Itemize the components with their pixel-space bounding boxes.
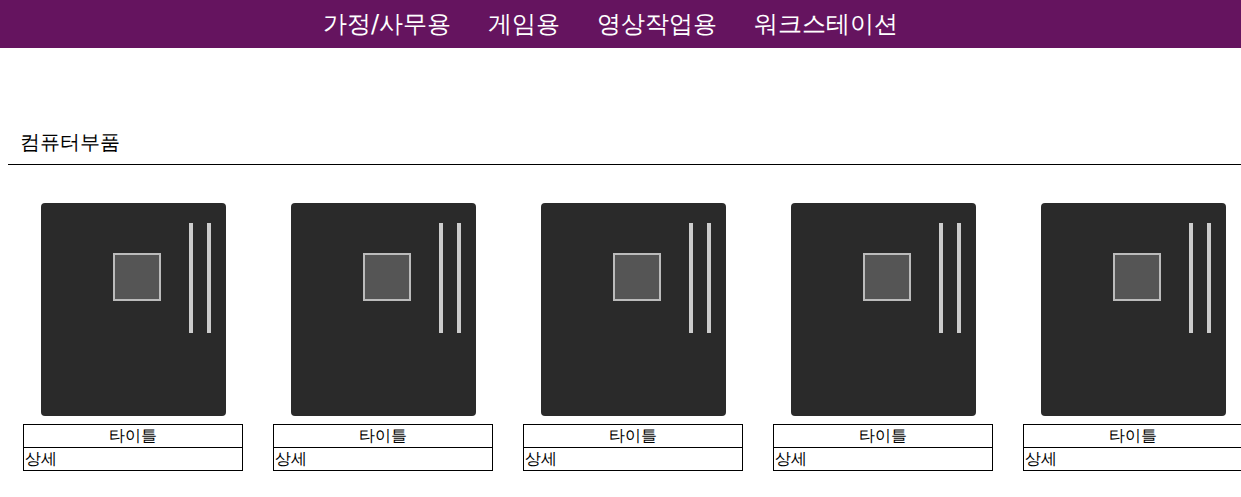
- title-row: 타이틀: [774, 425, 993, 448]
- socket-shape: [363, 253, 411, 301]
- product-list: 타이틀상세 타이틀상세 타이틀상세 타이틀상세 타이틀상세: [8, 203, 1241, 471]
- product-image[interactable]: [1041, 203, 1226, 416]
- product-title[interactable]: 타이틀: [274, 425, 493, 448]
- socket-shape: [863, 253, 911, 301]
- product-info-table: 타이틀상세: [23, 424, 243, 471]
- product-section: 컴퓨터부품 타이틀상세 타이틀상세 타이틀상세 타이틀상세 타이틀상세: [0, 48, 1241, 471]
- product-title[interactable]: 타이틀: [774, 425, 993, 448]
- detail-row: 상세: [24, 448, 243, 471]
- slot-shape: [439, 223, 461, 333]
- product-card[interactable]: 타이틀상세: [23, 203, 243, 471]
- product-title[interactable]: 타이틀: [24, 425, 243, 448]
- detail-row: 상세: [524, 448, 743, 471]
- title-row: 타이틀: [1024, 425, 1241, 448]
- product-detail: 상세: [274, 448, 493, 471]
- section-title: 컴퓨터부품: [8, 128, 1241, 165]
- nav-item[interactable]: 게임용: [488, 9, 560, 39]
- product-detail: 상세: [24, 448, 243, 471]
- title-row: 타이틀: [524, 425, 743, 448]
- socket-shape: [113, 253, 161, 301]
- slot-shape: [939, 223, 961, 333]
- product-title[interactable]: 타이틀: [1024, 425, 1241, 448]
- product-info-table: 타이틀상세: [1023, 424, 1241, 471]
- title-row: 타이틀: [274, 425, 493, 448]
- nav-item[interactable]: 워크스테이션: [754, 9, 898, 39]
- product-image[interactable]: [291, 203, 476, 416]
- nav-item[interactable]: 가정/사무용: [323, 9, 451, 39]
- product-detail: 상세: [1024, 448, 1241, 471]
- slot-shape: [689, 223, 711, 333]
- product-card[interactable]: 타이틀상세: [1023, 203, 1241, 471]
- nav-item[interactable]: 영상작업용: [597, 9, 717, 39]
- socket-shape: [1113, 253, 1161, 301]
- top-nav: 가정/사무용 게임용 영상작업용 워크스테이션: [0, 0, 1241, 48]
- detail-row: 상세: [774, 448, 993, 471]
- product-detail: 상세: [774, 448, 993, 471]
- product-title[interactable]: 타이틀: [524, 425, 743, 448]
- slot-shape: [189, 223, 211, 333]
- slot-shape: [1189, 223, 1211, 333]
- product-info-table: 타이틀상세: [773, 424, 993, 471]
- socket-shape: [613, 253, 661, 301]
- product-image[interactable]: [41, 203, 226, 416]
- product-detail: 상세: [524, 448, 743, 471]
- detail-row: 상세: [274, 448, 493, 471]
- product-image[interactable]: [791, 203, 976, 416]
- product-image[interactable]: [541, 203, 726, 416]
- product-card[interactable]: 타이틀상세: [523, 203, 743, 471]
- title-row: 타이틀: [24, 425, 243, 448]
- product-info-table: 타이틀상세: [273, 424, 493, 471]
- product-card[interactable]: 타이틀상세: [773, 203, 993, 471]
- product-card[interactable]: 타이틀상세: [273, 203, 493, 471]
- page: 가정/사무용게임용영상작업용워크스테이션 컴퓨터부품 타이틀상세 타이틀상세 타…: [0, 0, 1241, 471]
- product-info-table: 타이틀상세: [523, 424, 743, 471]
- detail-row: 상세: [1024, 448, 1241, 471]
